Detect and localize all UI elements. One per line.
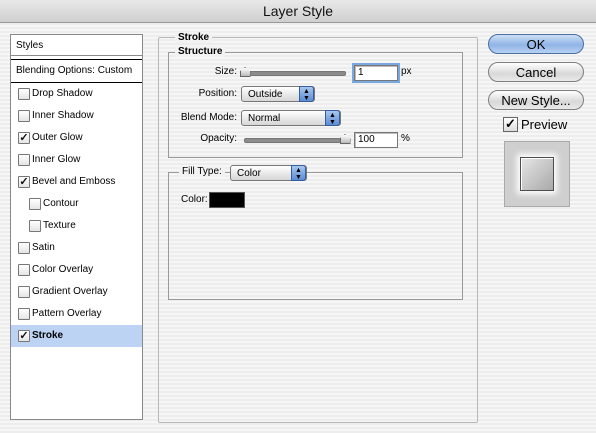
fill-type-label: Fill Type: [179,166,225,177]
updown-arrows-icon: ▲ ▼ [299,86,314,102]
size-slider-track[interactable] [244,71,346,76]
style-item[interactable]: Gradient Overlay [11,281,142,303]
styles-list: Styles Blending Options: Custom Drop Sha… [10,34,143,420]
style-item-label: Pattern Overlay [32,308,102,319]
cancel-button[interactable]: Cancel [488,62,584,82]
size-label: Size: [214,66,237,77]
style-item[interactable]: Drop Shadow [11,83,142,105]
stroke-panel: Stroke Structure Size: 1 px Position: Ou… [158,32,478,423]
blend-mode-value: Normal [248,113,281,124]
style-checkbox[interactable] [18,154,30,166]
size-field[interactable]: 1 [352,63,400,83]
style-checkbox[interactable]: ✓ [18,330,30,342]
style-item[interactable]: Color Overlay [11,259,142,281]
color-label: Color: [181,194,208,205]
opacity-slider-track[interactable] [244,138,346,143]
style-item[interactable]: Contour [11,193,142,215]
style-checkbox[interactable] [18,286,30,298]
style-item-label: Texture [43,220,76,231]
style-item[interactable]: ✓ Outer Glow [11,127,142,149]
style-checkbox[interactable]: ✓ [18,132,30,144]
style-item-label: Drop Shadow [32,88,93,99]
style-item[interactable]: Inner Shadow [11,105,142,127]
fill-type-dropdown[interactable]: Color ▲ ▼ [230,165,307,181]
style-checkbox[interactable] [29,220,41,232]
size-unit: px [401,66,412,77]
opacity-unit: % [401,133,410,144]
ok-button[interactable]: OK [488,34,584,54]
style-checkbox[interactable] [18,308,30,320]
style-item[interactable]: ✓ Bevel and Emboss [11,171,142,193]
style-item-label: Color Overlay [32,264,94,275]
layer-style-dialog: Layer Style Styles Blending Options: Cus… [0,0,596,433]
fill-type-group: Fill Type: Color ▲ ▼ Color: [168,165,463,300]
new-style-button[interactable]: New Style... [488,90,584,110]
style-item-label: Inner Shadow [32,110,94,121]
stroke-section-title: Stroke [175,32,213,43]
style-item[interactable]: Pattern Overlay [11,303,142,325]
style-checkbox[interactable] [29,198,41,210]
style-item-label: Gradient Overlay [32,286,108,297]
style-item-label: Stroke [32,330,64,341]
fill-type-value: Color [237,168,261,179]
style-item-label: Contour [43,198,79,209]
style-item[interactable]: Texture [11,215,142,237]
position-dropdown[interactable]: Outside ▲ ▼ [241,86,315,102]
position-value: Outside [248,89,283,100]
style-item-label: Bevel and Emboss [32,176,116,187]
preview-swatch [520,157,554,191]
style-checkbox[interactable] [18,242,30,254]
style-item-label: Inner Glow [32,154,81,165]
style-item-label: Satin [32,242,55,253]
blend-mode-dropdown[interactable]: Normal ▲ ▼ [241,110,341,126]
opacity-slider-thumb[interactable] [339,134,351,144]
size-slider-thumb[interactable] [239,67,251,77]
styles-header[interactable]: Styles [11,35,142,56]
style-checkbox[interactable]: ✓ [18,176,30,188]
preview-checkbox[interactable]: ✓ [503,117,518,132]
stroke-color-swatch[interactable] [209,192,245,208]
style-preview [504,141,570,207]
blend-mode-label: Blend Mode: [180,112,237,123]
style-item[interactable]: ✓ Stroke [11,325,142,347]
structure-title: Structure [175,46,226,57]
structure-group: Structure Size: 1 px Position: Outside ▲… [168,46,463,158]
style-item[interactable]: Satin [11,237,142,259]
updown-arrows-icon: ▲ ▼ [291,165,306,181]
style-item-label: Outer Glow [32,132,83,143]
style-checkbox[interactable] [18,264,30,276]
style-checkbox[interactable] [18,110,30,122]
window-title: Layer Style [0,0,596,23]
preview-label: Preview [521,117,568,132]
position-label: Position: [198,88,237,99]
style-item[interactable]: Inner Glow [11,149,142,171]
opacity-label: Opacity: [200,133,237,144]
updown-arrows-icon: ▲ ▼ [325,110,340,126]
style-checkbox[interactable] [18,88,30,100]
blending-options-item[interactable]: Blending Options: Custom [11,59,142,83]
opacity-field[interactable]: 100 [354,132,398,148]
